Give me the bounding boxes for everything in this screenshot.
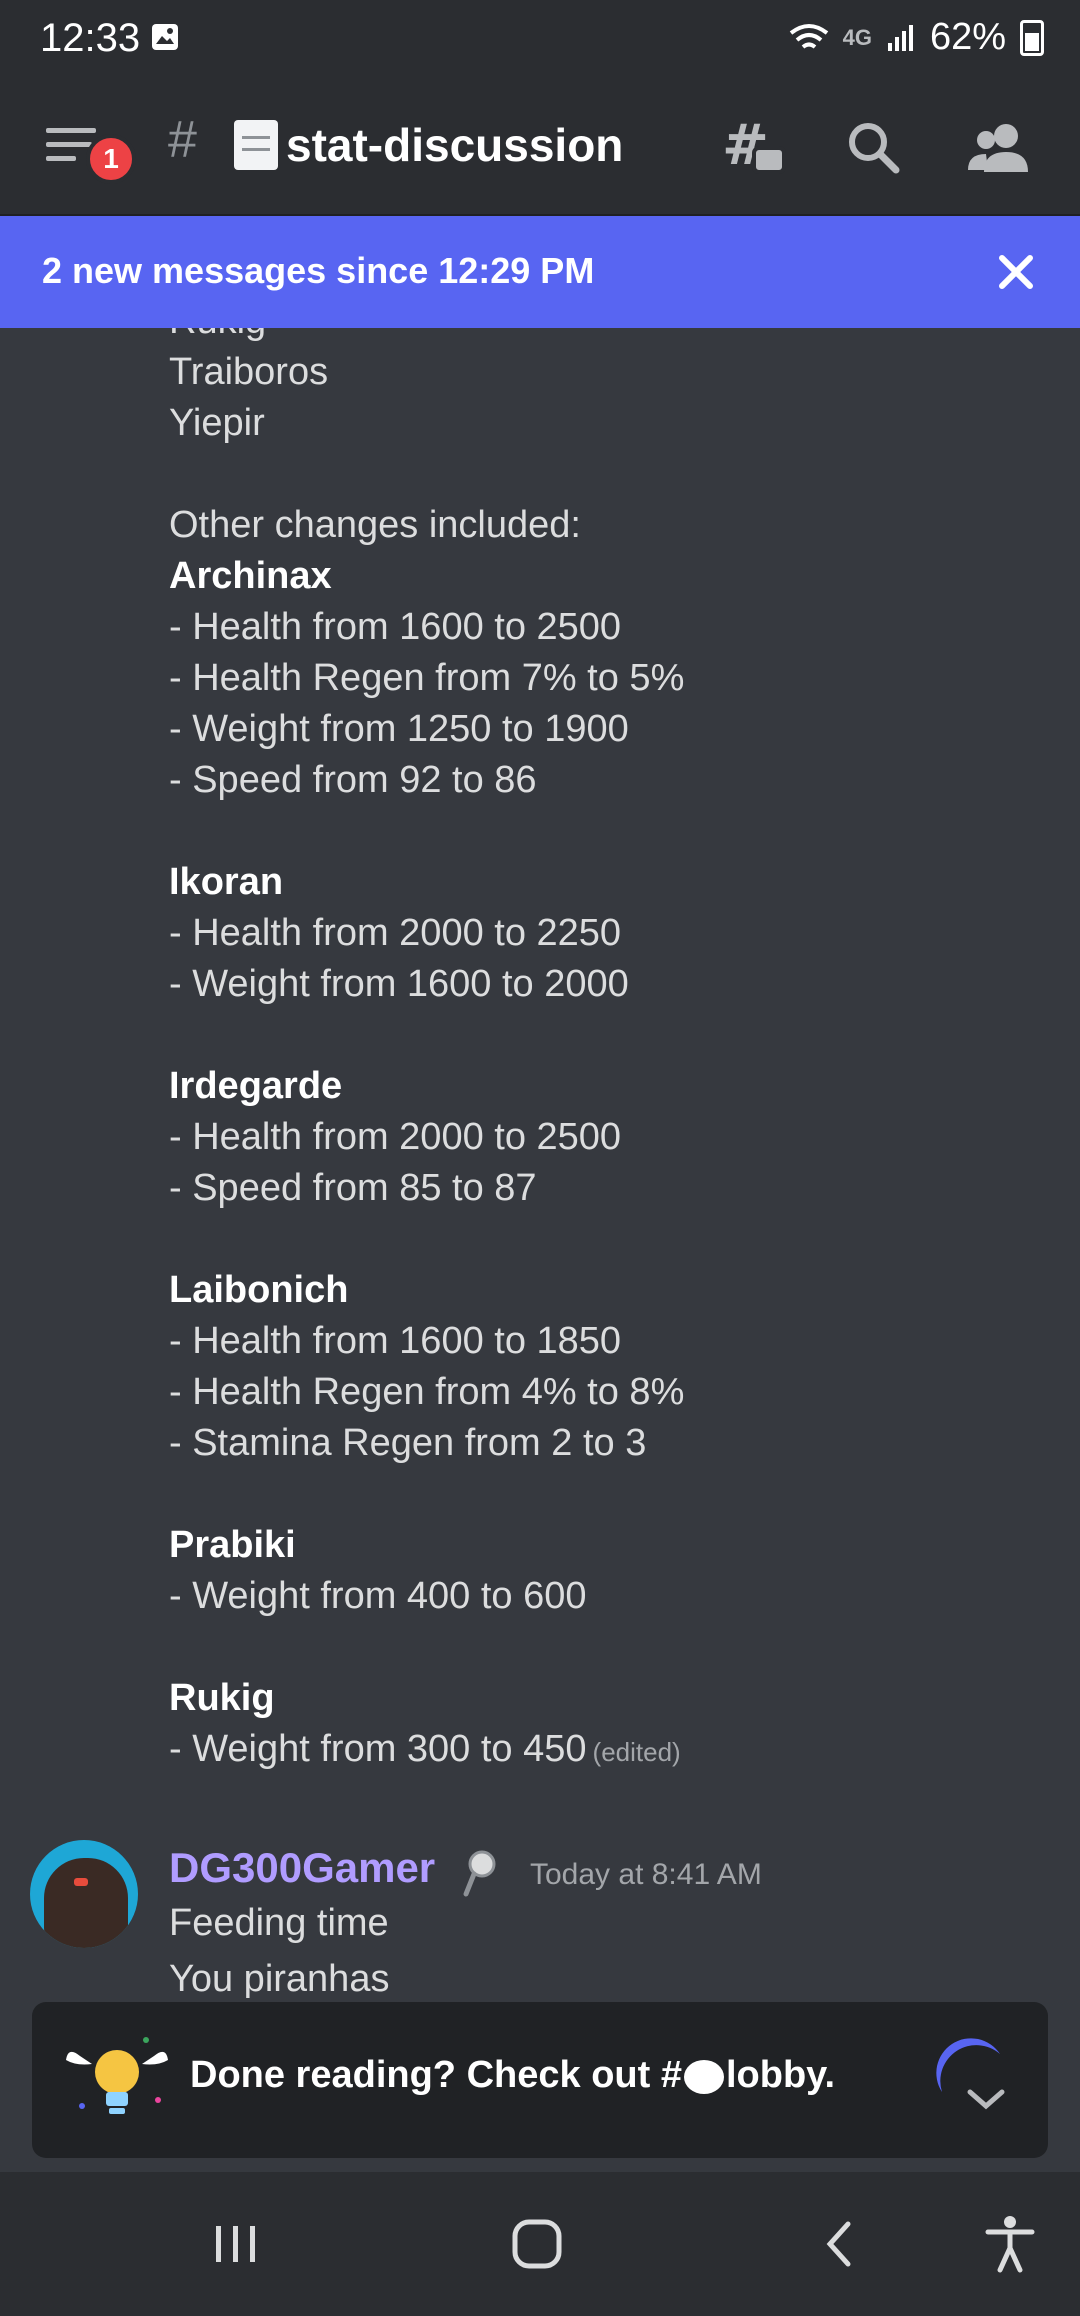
gallery-icon xyxy=(152,24,178,50)
speech-bubble-icon xyxy=(683,2059,724,2094)
message-line xyxy=(169,449,1049,500)
message-line-text: Rukig xyxy=(169,328,266,342)
home-icon[interactable] xyxy=(505,2212,569,2276)
channel-header: 1 # stat-discussion # xyxy=(0,80,1080,216)
message-timestamp: Today at 8:41 AM xyxy=(530,1858,762,1891)
message-line: Rukig xyxy=(169,328,1049,347)
message-line-text: Other changes included: xyxy=(169,504,581,546)
message-line: - Weight from 400 to 600 xyxy=(169,1571,1049,1622)
channel-name: stat-discussion xyxy=(286,119,624,171)
avatar-image xyxy=(44,1858,128,1948)
message-line-text: Yiepir xyxy=(169,402,265,444)
message-line xyxy=(169,1622,1049,1673)
lightbulb-icon xyxy=(66,2037,168,2114)
status-bar: 12:33 4G 62% xyxy=(0,0,1080,80)
message-line-text: - Health Regen from 4% to 8% xyxy=(169,1371,685,1413)
threads-icon[interactable]: # xyxy=(718,114,788,184)
system-nav-bar xyxy=(0,2172,1080,2316)
message-line: Yiepir xyxy=(169,398,1049,449)
wifi-icon xyxy=(789,23,828,49)
message-line-text: - Weight from 400 to 600 xyxy=(169,1575,587,1617)
toast-message[interactable]: Done reading? Check out # lobby. xyxy=(190,2054,835,2097)
message-line: - Health from 2000 to 2500 xyxy=(169,1112,1049,1163)
message-line: Traiboros xyxy=(169,347,1049,398)
done-reading-toast[interactable]: Done reading? Check out # lobby. xyxy=(32,2002,1048,2158)
message-line-text: - Stamina Regen from 2 to 3 xyxy=(169,1422,647,1464)
message-line-text: - Weight from 1250 to 1900 xyxy=(169,708,629,750)
status-indicators: 4G 62% xyxy=(789,16,1044,59)
message-line-text: - Health Regen from 7% to 5% xyxy=(169,657,685,699)
message-list[interactable]: Rukig Traiboros Yiepir Other changes includ… xyxy=(0,328,1080,1998)
message-line-text: - Speed from 85 to 87 xyxy=(169,1167,537,1209)
signal-icon xyxy=(887,24,913,51)
back-icon[interactable] xyxy=(808,2212,872,2276)
message-line xyxy=(169,1010,1049,1061)
message-line: - Weight from 1600 to 2000 xyxy=(169,959,1049,1010)
message-line-text: - Health from 1600 to 1850 xyxy=(169,1320,622,1362)
network-type: 4G xyxy=(842,24,872,50)
message-line-text: Archinax xyxy=(169,555,332,597)
creature-heading: Archinax xyxy=(169,551,1049,602)
channel-hash-icon: # xyxy=(168,111,197,169)
jump-down-icon[interactable] xyxy=(930,2038,1020,2128)
edited-label: (edited) xyxy=(592,1737,681,1767)
page-emoji-icon xyxy=(234,120,278,170)
toast-text-before: Done reading? Check out # xyxy=(190,2054,682,2096)
message-content: Rukig Traiboros Yiepir Other changes includ… xyxy=(169,328,1049,1778)
message-line-text: - Weight from 300 to 450 xyxy=(169,1728,587,1770)
creature-heading: Irdegarde xyxy=(169,1061,1049,1112)
message-line: - Stamina Regen from 2 to 3 xyxy=(169,1418,1049,1469)
message-line: Other changes included: xyxy=(169,500,1049,551)
creature-heading: Rukig xyxy=(169,1673,1049,1724)
message-line: - Health Regen from 4% to 8% xyxy=(169,1367,1049,1418)
battery-icon xyxy=(1020,19,1044,56)
message-line: - Speed from 92 to 86 xyxy=(169,755,1049,806)
message-line: - Speed from 85 to 87 xyxy=(169,1163,1049,1214)
new-messages-banner[interactable]: 2 new messages since 12:29 PM xyxy=(0,216,1080,328)
message-text: You piranhas xyxy=(169,1958,390,1998)
message-line: - Weight from 300 to 450 (edited) xyxy=(169,1724,1049,1778)
search-icon[interactable] xyxy=(840,114,910,184)
message-line-text: - Health from 2000 to 2250 xyxy=(169,912,622,954)
new-messages-text: 2 new messages since 12:29 PM xyxy=(42,250,595,291)
message-line-text: - Speed from 92 to 86 xyxy=(169,759,537,801)
message-line xyxy=(169,1469,1049,1520)
message-line-text: - Weight from 1600 to 2000 xyxy=(169,963,629,1005)
message-line xyxy=(169,1214,1049,1265)
magnifier-badge-icon xyxy=(463,1850,496,1897)
message-text: Feeding time xyxy=(169,1902,389,1944)
members-icon[interactable] xyxy=(964,114,1034,184)
message-line xyxy=(169,806,1049,857)
message-line-text: Irdegarde xyxy=(169,1065,343,1107)
avatar[interactable] xyxy=(30,1840,138,1948)
message-line-text: Traiboros xyxy=(169,351,329,393)
recents-icon[interactable] xyxy=(204,2212,268,2276)
avatar-detail xyxy=(74,1878,88,1886)
accessibility-icon[interactable] xyxy=(978,2212,1042,2276)
message-line-text: Ikoran xyxy=(169,861,284,903)
message-line-text: - Health from 2000 to 2500 xyxy=(169,1116,622,1158)
battery-percent: 62% xyxy=(929,16,1006,58)
username[interactable]: DG300Gamer xyxy=(169,1844,435,1892)
creature-heading: Laibonich xyxy=(169,1265,1049,1316)
status-time: 12:33 xyxy=(40,16,141,60)
creature-heading: Ikoran xyxy=(169,857,1049,908)
toast-text-after: lobby. xyxy=(725,2054,836,2096)
message-line-text: Rukig xyxy=(169,1677,275,1719)
notification-badge: 1 xyxy=(86,134,136,184)
message-line-text: Laibonich xyxy=(169,1269,349,1311)
close-icon[interactable] xyxy=(988,244,1044,300)
message-line-text: Prabiki xyxy=(169,1524,296,1566)
creature-heading: Prabiki xyxy=(169,1520,1049,1571)
message-line: - Health from 1600 to 1850 xyxy=(169,1316,1049,1367)
message-line: - Weight from 1250 to 1900 xyxy=(169,704,1049,755)
channel-title[interactable]: stat-discussion xyxy=(234,118,623,172)
message-line: - Health Regen from 7% to 5% xyxy=(169,653,1049,704)
message-line-text: - Health from 1600 to 2500 xyxy=(169,606,622,648)
message-line: - Health from 2000 to 2250 xyxy=(169,908,1049,959)
message-line: - Health from 1600 to 2500 xyxy=(169,602,1049,653)
